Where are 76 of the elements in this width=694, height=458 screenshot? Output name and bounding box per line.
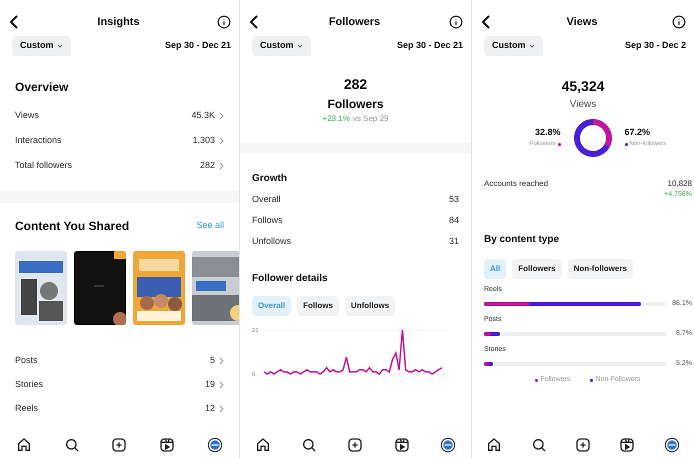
views-count: 45,324 [562, 76, 604, 96]
add-icon[interactable] [347, 437, 364, 453]
row-label: Interactions [15, 134, 62, 148]
percent-value: 32.8% [534, 126, 560, 140]
back-icon[interactable] [8, 15, 20, 29]
chevron-right-icon [219, 356, 224, 364]
screen-title: Views [566, 14, 598, 30]
row-value: 19 [204, 378, 215, 391]
date-range: Sep 30 - Dec 21 [164, 39, 231, 52]
reels-icon[interactable] [619, 437, 636, 453]
chevron-icon [56, 44, 62, 48]
row-value: 10,828 [668, 178, 692, 190]
chevron-icon [528, 44, 534, 48]
search-icon[interactable] [530, 437, 547, 453]
period-dropdown[interactable]: Custom [252, 36, 310, 56]
home-icon[interactable] [16, 437, 32, 453]
home-icon[interactable] [255, 437, 272, 453]
filter-tab[interactable]: Followers [512, 259, 562, 279]
screen-title: Followers [328, 14, 380, 30]
row-value: 45.3K [191, 109, 215, 122]
change-note: vs Sep 29 [352, 112, 388, 124]
change-percent: +23.1% [322, 112, 350, 124]
reels-icon[interactable] [394, 437, 410, 453]
add-icon[interactable] [111, 437, 128, 453]
row-value: 5 [210, 354, 215, 367]
section-heading: By content type [484, 233, 560, 247]
section-heading: Overview [15, 78, 70, 96]
chevron-right-icon [219, 112, 224, 120]
row-label: Views [15, 109, 39, 122]
follower-count: 282 [344, 74, 368, 94]
percent-value: 67.2% [624, 126, 650, 140]
row-value: 282 [200, 159, 215, 172]
chevron-right-icon [219, 137, 224, 145]
search-icon[interactable] [64, 437, 80, 453]
date-range: Sep 30 - Dec 2 [624, 39, 686, 52]
section-heading: Content You Shared [15, 218, 130, 234]
date-range: Sep 30 - Dec 21 [396, 39, 463, 52]
count-label: Views [570, 98, 596, 112]
chevron-right-icon [219, 380, 224, 388]
info-icon[interactable] [216, 15, 231, 29]
filter-tab[interactable]: Non-followers [568, 259, 633, 279]
row-value: 84 [448, 214, 459, 228]
row-label: Total followers [15, 159, 72, 172]
row-label: Stories [15, 378, 44, 391]
home-icon[interactable] [486, 437, 502, 453]
row-label: Reels [15, 402, 38, 415]
screen-title: Insights [97, 14, 140, 30]
row-label: Posts [15, 354, 38, 367]
row-label: Follows [252, 214, 283, 228]
chevron-right-icon [219, 404, 224, 412]
avatar-icon[interactable] [664, 437, 680, 453]
row-value: 12 [204, 402, 215, 415]
row-label: Unfollows [252, 235, 292, 248]
avatar-icon[interactable] [440, 437, 456, 453]
info-icon[interactable] [449, 15, 463, 29]
period-dropdown[interactable]: Custom [484, 36, 542, 56]
count-label: Followers [327, 96, 384, 112]
chevron-icon [296, 44, 302, 48]
reels-icon[interactable] [159, 437, 176, 453]
row-value: 1,303 [192, 134, 215, 148]
chevron-right-icon [219, 162, 224, 170]
filter-tab[interactable]: Unfollows [344, 296, 396, 316]
back-icon[interactable] [480, 15, 492, 29]
row-value: 53 [448, 193, 459, 206]
add-icon[interactable] [574, 437, 591, 453]
search-icon[interactable] [301, 437, 318, 453]
row-value: 31 [448, 235, 459, 248]
period-dropdown[interactable]: Custom [12, 36, 70, 56]
section-heading: Follower details [252, 272, 329, 286]
row-label: Overall [252, 193, 281, 206]
avatar-icon[interactable] [207, 437, 224, 453]
info-icon[interactable] [672, 15, 686, 29]
filter-tab[interactable]: Follows [297, 296, 339, 316]
row-label: Accounts reached [484, 178, 548, 190]
section-heading: Growth [252, 172, 288, 186]
back-icon[interactable] [248, 15, 260, 29]
